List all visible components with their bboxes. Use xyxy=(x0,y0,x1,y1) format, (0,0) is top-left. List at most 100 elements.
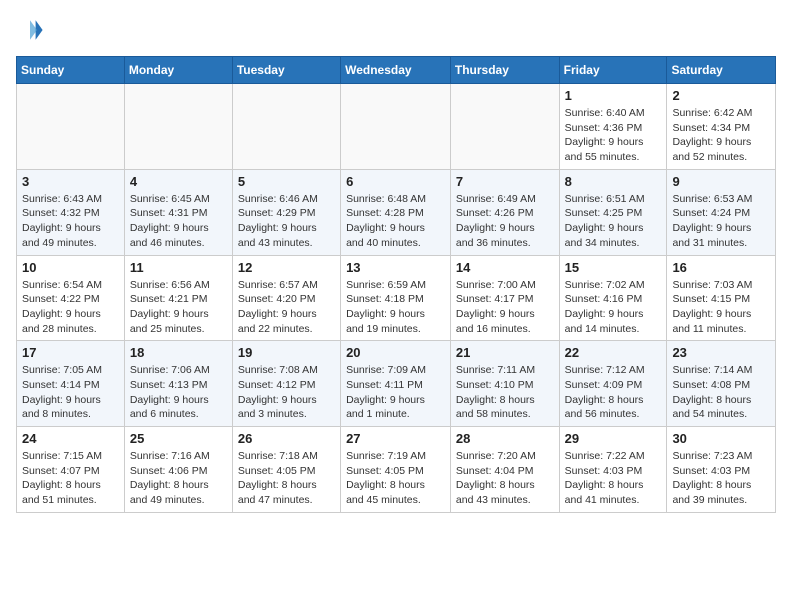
day-cell: 16Sunrise: 7:03 AM Sunset: 4:15 PM Dayli… xyxy=(667,255,776,341)
day-cell: 25 Sunrise: 7:16 AM Sunset: 4:06 PM Dayli… xyxy=(124,427,232,513)
day-info: Sunrise: 6:56 AM Sunset: 4:21 PM Dayligh… xyxy=(130,278,227,337)
day-cell: 8Sunrise: 6:51 AM Sunset: 4:25 PM Daylig… xyxy=(559,169,667,255)
day-cell: 30 Sunrise: 7:23 AM Sunset: 4:03 PM Dayli… xyxy=(667,427,776,513)
day-header-thursday: Thursday xyxy=(450,57,559,84)
day-cell xyxy=(232,84,340,170)
day-number: 18 xyxy=(130,345,227,360)
day-info: Sunrise: 6:57 AM Sunset: 4:20 PM Dayligh… xyxy=(238,278,335,337)
logo xyxy=(16,16,48,44)
day-cell: 26 Sunrise: 7:18 AM Sunset: 4:05 PM Dayli… xyxy=(232,427,340,513)
day-cell: 27Sunrise: 7:19 AM Sunset: 4:05 PM Dayli… xyxy=(341,427,451,513)
day-number: 19 xyxy=(238,345,335,360)
day-number: 6 xyxy=(346,174,445,189)
day-header-tuesday: Tuesday xyxy=(232,57,340,84)
day-header-sunday: Sunday xyxy=(17,57,125,84)
week-row-2: 3 Sunrise: 6:43 AM Sunset: 4:32 PM Daylig… xyxy=(17,169,776,255)
day-info: Sunrise: 7:11 AM Sunset: 4:10 PM Dayligh… xyxy=(456,363,554,422)
day-number: 10 xyxy=(22,260,119,275)
day-number: 13 xyxy=(346,260,445,275)
day-cell: 13 Sunrise: 6:59 AM Sunset: 4:18 PM Dayli… xyxy=(341,255,451,341)
day-cell: 28 Sunrise: 7:20 AM Sunset: 4:04 PM Dayli… xyxy=(450,427,559,513)
day-info: Sunrise: 6:53 AM Sunset: 4:24 PM Dayligh… xyxy=(672,192,770,251)
day-number: 3 xyxy=(22,174,119,189)
day-info: Sunrise: 7:15 AM Sunset: 4:07 PM Dayligh… xyxy=(22,449,119,508)
day-cell: 20Sunrise: 7:09 AM Sunset: 4:11 PM Dayli… xyxy=(341,341,451,427)
day-cell: 12 Sunrise: 6:57 AM Sunset: 4:20 PM Dayli… xyxy=(232,255,340,341)
day-cell: 11 Sunrise: 6:56 AM Sunset: 4:21 PM Dayli… xyxy=(124,255,232,341)
day-cell: 23 Sunrise: 7:14 AM Sunset: 4:08 PM Dayli… xyxy=(667,341,776,427)
day-number: 26 xyxy=(238,431,335,446)
day-number: 15 xyxy=(565,260,662,275)
day-info: Sunrise: 6:48 AM Sunset: 4:28 PM Dayligh… xyxy=(346,192,445,251)
day-number: 21 xyxy=(456,345,554,360)
day-info: Sunrise: 6:59 AM Sunset: 4:18 PM Dayligh… xyxy=(346,278,445,337)
day-number: 1 xyxy=(565,88,662,103)
day-info: Sunrise: 7:16 AM Sunset: 4:06 PM Dayligh… xyxy=(130,449,227,508)
day-cell: 9 Sunrise: 6:53 AM Sunset: 4:24 PM Daylig… xyxy=(667,169,776,255)
day-info: Sunrise: 6:49 AM Sunset: 4:26 PM Dayligh… xyxy=(456,192,554,251)
header xyxy=(16,16,776,44)
day-cell: 6 Sunrise: 6:48 AM Sunset: 4:28 PM Daylig… xyxy=(341,169,451,255)
day-number: 12 xyxy=(238,260,335,275)
day-number: 28 xyxy=(456,431,554,446)
day-cell: 10 Sunrise: 6:54 AM Sunset: 4:22 PM Dayli… xyxy=(17,255,125,341)
day-number: 11 xyxy=(130,260,227,275)
day-info: Sunrise: 7:20 AM Sunset: 4:04 PM Dayligh… xyxy=(456,449,554,508)
day-header-monday: Monday xyxy=(124,57,232,84)
day-header-wednesday: Wednesday xyxy=(341,57,451,84)
day-cell: 4 Sunrise: 6:45 AM Sunset: 4:31 PM Daylig… xyxy=(124,169,232,255)
day-cell: 14Sunrise: 7:00 AM Sunset: 4:17 PM Dayli… xyxy=(450,255,559,341)
day-cell: 2 Sunrise: 6:42 AM Sunset: 4:34 PM Daylig… xyxy=(667,84,776,170)
day-cell: 3 Sunrise: 6:43 AM Sunset: 4:32 PM Daylig… xyxy=(17,169,125,255)
header-row: SundayMondayTuesdayWednesdayThursdayFrid… xyxy=(17,57,776,84)
day-cell: 7 Sunrise: 6:49 AM Sunset: 4:26 PM Daylig… xyxy=(450,169,559,255)
day-number: 16 xyxy=(672,260,770,275)
day-number: 4 xyxy=(130,174,227,189)
day-cell xyxy=(17,84,125,170)
day-info: Sunrise: 6:42 AM Sunset: 4:34 PM Dayligh… xyxy=(672,106,770,165)
week-row-3: 10 Sunrise: 6:54 AM Sunset: 4:22 PM Dayli… xyxy=(17,255,776,341)
day-number: 17 xyxy=(22,345,119,360)
day-info: Sunrise: 7:18 AM Sunset: 4:05 PM Dayligh… xyxy=(238,449,335,508)
day-number: 7 xyxy=(456,174,554,189)
day-cell xyxy=(124,84,232,170)
day-cell xyxy=(450,84,559,170)
day-cell: 21 Sunrise: 7:11 AM Sunset: 4:10 PM Dayli… xyxy=(450,341,559,427)
day-number: 24 xyxy=(22,431,119,446)
day-info: Sunrise: 7:05 AM Sunset: 4:14 PM Dayligh… xyxy=(22,363,119,422)
day-cell: 24 Sunrise: 7:15 AM Sunset: 4:07 PM Dayli… xyxy=(17,427,125,513)
day-info: Sunrise: 7:09 AM Sunset: 4:11 PM Dayligh… xyxy=(346,363,445,422)
day-info: Sunrise: 7:19 AM Sunset: 4:05 PM Dayligh… xyxy=(346,449,445,508)
day-info: Sunrise: 6:45 AM Sunset: 4:31 PM Dayligh… xyxy=(130,192,227,251)
day-number: 25 xyxy=(130,431,227,446)
day-number: 22 xyxy=(565,345,662,360)
day-cell: 17 Sunrise: 7:05 AM Sunset: 4:14 PM Dayli… xyxy=(17,341,125,427)
day-info: Sunrise: 6:54 AM Sunset: 4:22 PM Dayligh… xyxy=(22,278,119,337)
day-info: Sunrise: 7:23 AM Sunset: 4:03 PM Dayligh… xyxy=(672,449,770,508)
day-number: 9 xyxy=(672,174,770,189)
day-info: Sunrise: 7:22 AM Sunset: 4:03 PM Dayligh… xyxy=(565,449,662,508)
day-cell: 29Sunrise: 7:22 AM Sunset: 4:03 PM Dayli… xyxy=(559,427,667,513)
day-number: 30 xyxy=(672,431,770,446)
day-info: Sunrise: 7:00 AM Sunset: 4:17 PM Dayligh… xyxy=(456,278,554,337)
day-info: Sunrise: 7:08 AM Sunset: 4:12 PM Dayligh… xyxy=(238,363,335,422)
day-cell xyxy=(341,84,451,170)
day-info: Sunrise: 6:51 AM Sunset: 4:25 PM Dayligh… xyxy=(565,192,662,251)
day-cell: 1 Sunrise: 6:40 AM Sunset: 4:36 PM Daylig… xyxy=(559,84,667,170)
day-info: Sunrise: 6:40 AM Sunset: 4:36 PM Dayligh… xyxy=(565,106,662,165)
day-info: Sunrise: 6:43 AM Sunset: 4:32 PM Dayligh… xyxy=(22,192,119,251)
day-header-friday: Friday xyxy=(559,57,667,84)
day-info: Sunrise: 6:46 AM Sunset: 4:29 PM Dayligh… xyxy=(238,192,335,251)
day-number: 2 xyxy=(672,88,770,103)
day-cell: 15 Sunrise: 7:02 AM Sunset: 4:16 PM Dayli… xyxy=(559,255,667,341)
day-info: Sunrise: 7:02 AM Sunset: 4:16 PM Dayligh… xyxy=(565,278,662,337)
week-row-4: 17 Sunrise: 7:05 AM Sunset: 4:14 PM Dayli… xyxy=(17,341,776,427)
day-info: Sunrise: 7:14 AM Sunset: 4:08 PM Dayligh… xyxy=(672,363,770,422)
day-cell: 22 Sunrise: 7:12 AM Sunset: 4:09 PM Dayli… xyxy=(559,341,667,427)
day-info: Sunrise: 7:12 AM Sunset: 4:09 PM Dayligh… xyxy=(565,363,662,422)
day-cell: 5Sunrise: 6:46 AM Sunset: 4:29 PM Daylig… xyxy=(232,169,340,255)
day-info: Sunrise: 7:06 AM Sunset: 4:13 PM Dayligh… xyxy=(130,363,227,422)
day-number: 23 xyxy=(672,345,770,360)
day-cell: 18 Sunrise: 7:06 AM Sunset: 4:13 PM Dayli… xyxy=(124,341,232,427)
logo-icon xyxy=(16,16,44,44)
